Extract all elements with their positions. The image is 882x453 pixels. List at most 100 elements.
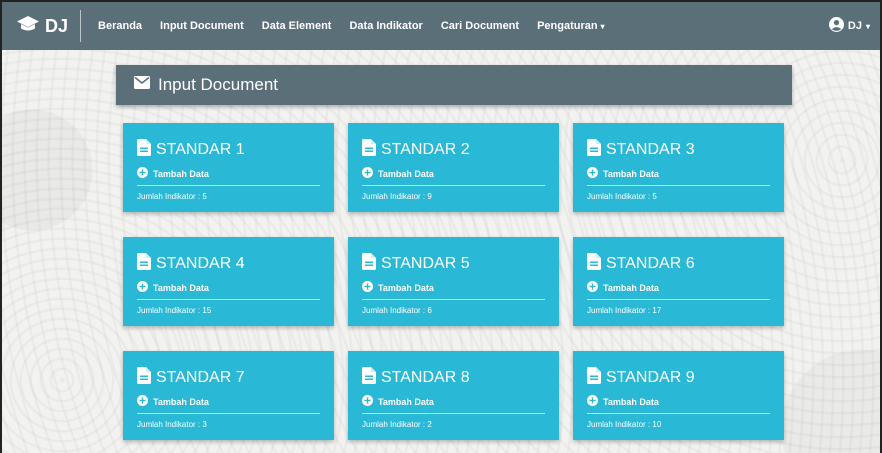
card-divider <box>362 413 545 414</box>
tambah-data-button[interactable]: Tambah Data <box>362 167 545 180</box>
navbar: DJ Beranda Input Document Data Element D… <box>2 0 880 50</box>
tambah-data-label: Tambah Data <box>603 396 659 407</box>
tambah-data-label: Tambah Data <box>378 168 434 179</box>
jumlah-indikator: Jumlah Indikator : 5 <box>137 192 207 201</box>
card-title: STANDAR 9 <box>587 367 770 389</box>
file-icon <box>362 139 376 161</box>
nav-item-pengaturan[interactable]: Pengaturan ▾ <box>528 20 614 32</box>
plus-circle-icon <box>362 395 373 408</box>
tambah-data-button[interactable]: Tambah Data <box>362 395 545 408</box>
card-title-text: STANDAR 1 <box>156 141 245 158</box>
brand[interactable]: DJ <box>2 10 82 42</box>
tambah-data-button[interactable]: Tambah Data <box>587 281 770 294</box>
plus-circle-icon <box>362 281 373 294</box>
standar-card-5[interactable]: STANDAR 5 Tambah Data Jumlah Indikator :… <box>348 237 559 326</box>
plus-circle-icon <box>587 281 598 294</box>
card-title-text: STANDAR 8 <box>381 369 470 386</box>
tambah-data-label: Tambah Data <box>603 168 659 179</box>
nav-item-data-element[interactable]: Data Element <box>253 20 341 32</box>
tambah-data-label: Tambah Data <box>153 396 209 407</box>
nav-item-pengaturan-label: Pengaturan <box>537 20 598 32</box>
file-icon <box>137 139 151 161</box>
tambah-data-button[interactable]: Tambah Data <box>362 281 545 294</box>
card-title: STANDAR 7 <box>137 367 320 389</box>
card-title: STANDAR 2 <box>362 139 545 161</box>
card-divider <box>587 299 770 300</box>
plus-circle-icon <box>137 281 148 294</box>
jumlah-indikator: Jumlah Indikator : 17 <box>587 306 662 315</box>
standar-card-6[interactable]: STANDAR 6 Tambah Data Jumlah Indikator :… <box>573 237 784 326</box>
standar-card-2[interactable]: STANDAR 2 Tambah Data Jumlah Indikator :… <box>348 123 559 212</box>
file-icon <box>362 253 376 275</box>
card-divider <box>362 185 545 186</box>
jumlah-indikator: Jumlah Indikator : 15 <box>137 306 212 315</box>
card-divider <box>137 299 320 300</box>
card-title-text: STANDAR 6 <box>606 255 695 272</box>
card-title-text: STANDAR 5 <box>381 255 470 272</box>
card-title-text: STANDAR 7 <box>156 369 245 386</box>
card-divider <box>137 413 320 414</box>
card-title: STANDAR 8 <box>362 367 545 389</box>
file-icon <box>137 367 151 389</box>
card-title-text: STANDAR 2 <box>381 141 470 158</box>
file-icon <box>362 367 376 389</box>
plus-circle-icon <box>137 395 148 408</box>
tambah-data-label: Tambah Data <box>153 168 209 179</box>
card-title-text: STANDAR 3 <box>606 141 695 158</box>
plus-circle-icon <box>362 167 373 180</box>
plus-circle-icon <box>587 395 598 408</box>
card-divider <box>137 185 320 186</box>
standar-card-9[interactable]: STANDAR 9 Tambah Data Jumlah Indikator :… <box>573 351 784 440</box>
jumlah-indikator: Jumlah Indikator : 5 <box>587 192 657 201</box>
page-header: Input Document <box>116 65 792 105</box>
plus-circle-icon <box>137 167 148 180</box>
file-icon <box>587 253 601 275</box>
card-title: STANDAR 1 <box>137 139 320 161</box>
file-icon <box>587 139 601 161</box>
nav-item-beranda[interactable]: Beranda <box>89 20 151 32</box>
jumlah-indikator: Jumlah Indikator : 6 <box>362 306 432 315</box>
card-title-text: STANDAR 4 <box>156 255 245 272</box>
file-icon <box>137 253 151 275</box>
card-title: STANDAR 6 <box>587 253 770 275</box>
page-title: Input Document <box>158 75 279 94</box>
envelope-icon <box>134 76 150 94</box>
caret-down-icon: ▾ <box>865 21 870 31</box>
tambah-data-button[interactable]: Tambah Data <box>137 395 320 408</box>
user-circle-icon <box>828 17 844 35</box>
jumlah-indikator: Jumlah Indikator : 10 <box>587 420 662 429</box>
card-divider <box>587 185 770 186</box>
caret-down-icon: ▾ <box>600 22 605 31</box>
nav-item-cari-document[interactable]: Cari Document <box>432 20 528 32</box>
nav-item-input-document[interactable]: Input Document <box>151 20 253 32</box>
file-icon <box>587 367 601 389</box>
card-title: STANDAR 5 <box>362 253 545 275</box>
jumlah-indikator: Jumlah Indikator : 9 <box>362 192 432 201</box>
tambah-data-button[interactable]: Tambah Data <box>137 167 320 180</box>
standar-card-8[interactable]: STANDAR 8 Tambah Data Jumlah Indikator :… <box>348 351 559 440</box>
plus-circle-icon <box>587 167 598 180</box>
standar-card-3[interactable]: STANDAR 3 Tambah Data Jumlah Indikator :… <box>573 123 784 212</box>
standar-card-7[interactable]: STANDAR 7 Tambah Data Jumlah Indikator :… <box>123 351 334 440</box>
nav-item-data-indikator[interactable]: Data Indikator <box>340 20 431 32</box>
tambah-data-label: Tambah Data <box>378 396 434 407</box>
tambah-data-button[interactable]: Tambah Data <box>587 395 770 408</box>
card-title-text: STANDAR 9 <box>606 369 695 386</box>
nav-menu: Beranda Input Document Data Element Data… <box>89 20 614 32</box>
jumlah-indikator: Jumlah Indikator : 3 <box>137 420 207 429</box>
tambah-data-label: Tambah Data <box>153 282 209 293</box>
jumlah-indikator: Jumlah Indikator : 2 <box>362 420 432 429</box>
card-title: STANDAR 3 <box>587 139 770 161</box>
card-divider <box>362 299 545 300</box>
tambah-data-label: Tambah Data <box>378 282 434 293</box>
card-divider <box>587 413 770 414</box>
tambah-data-button[interactable]: Tambah Data <box>137 281 320 294</box>
graduation-cap-icon <box>16 15 40 38</box>
user-label: DJ <box>847 20 862 32</box>
tambah-data-button[interactable]: Tambah Data <box>587 167 770 180</box>
standar-card-1[interactable]: STANDAR 1 Tambah Data Jumlah Indikator :… <box>123 123 334 212</box>
card-title: STANDAR 4 <box>137 253 320 275</box>
tambah-data-label: Tambah Data <box>603 282 659 293</box>
user-menu[interactable]: DJ ▾ <box>828 17 870 35</box>
standar-card-4[interactable]: STANDAR 4 Tambah Data Jumlah Indikator :… <box>123 237 334 326</box>
